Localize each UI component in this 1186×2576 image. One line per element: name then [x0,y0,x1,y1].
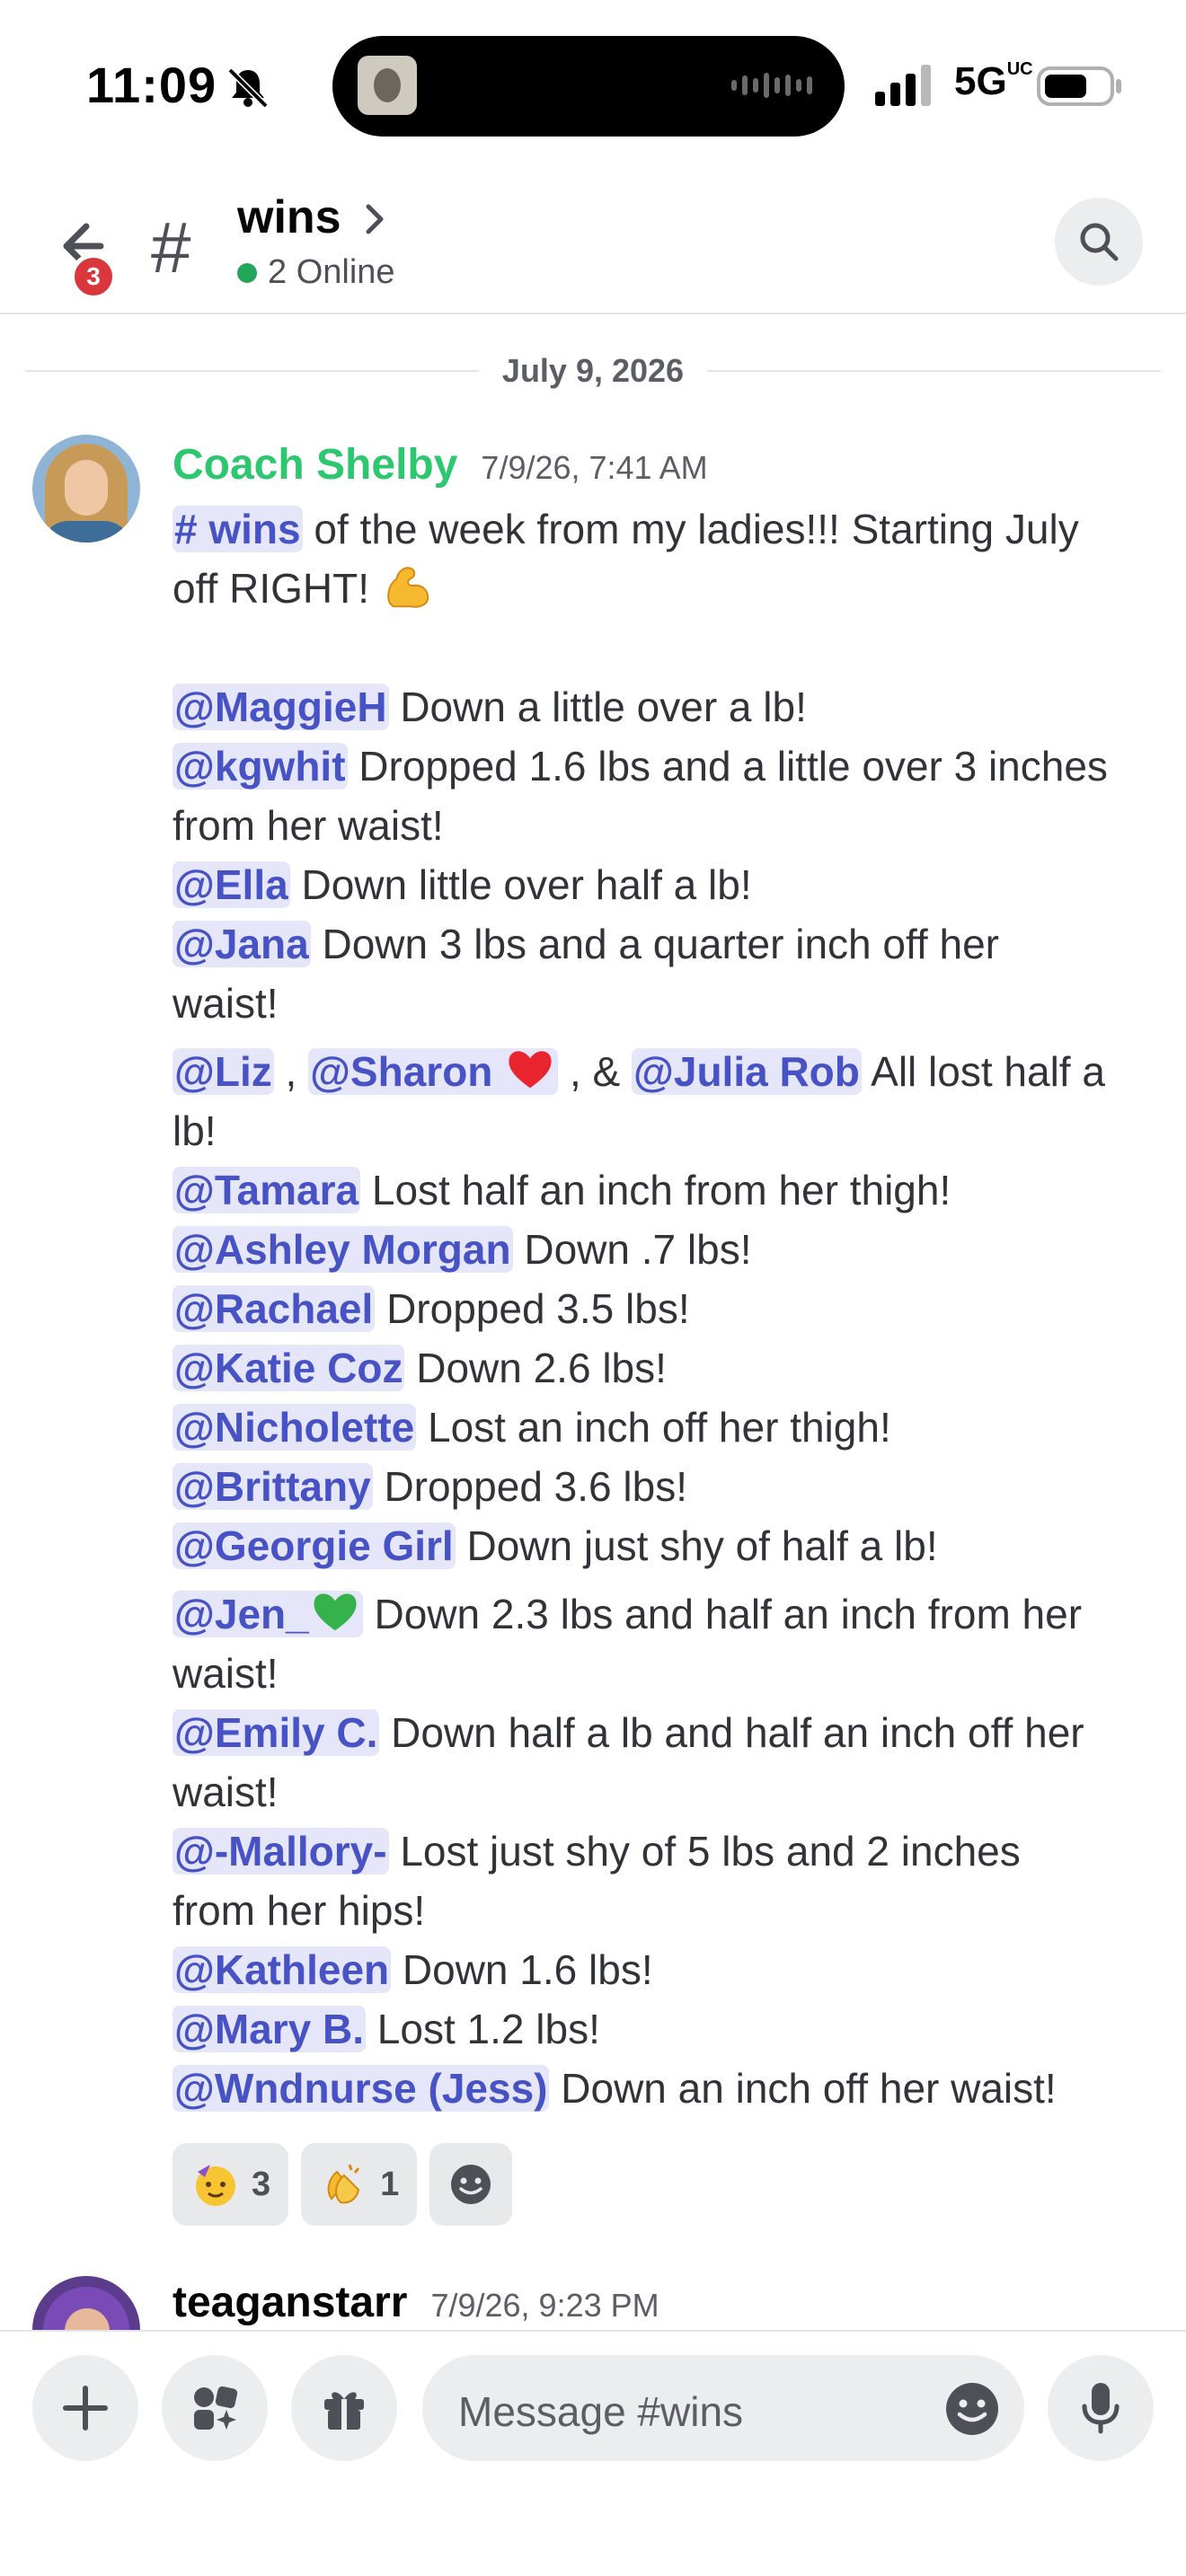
user-mention[interactable]: @Wndnurse (Jess) [173,2065,550,2112]
user-mention[interactable]: @Liz [173,1048,274,1095]
gift-icon [324,2392,364,2430]
red-heart-icon [509,1051,552,1089]
user-mention[interactable]: @Ashley Morgan [173,1226,513,1273]
avatar[interactable] [32,2276,140,2330]
apps-button[interactable] [162,2355,268,2461]
avatar[interactable] [32,435,140,543]
message-header: Coach Shelby 7/9/26, 7:41 AM [173,440,708,490]
channel-hash-icon: # [151,207,191,287]
dynamic-island [332,36,845,137]
flexed-biceps-icon [386,567,429,608]
user-mention[interactable]: @Mary B. [173,2006,367,2052]
user-mention[interactable]: @Jana [173,921,311,967]
message-input[interactable]: Message #wins [422,2355,1024,2461]
reaction-clapping-hands[interactable]: 1 [301,2143,418,2226]
divider-line [25,370,479,372]
status-time: 11:09 [86,57,217,113]
attach-button[interactable] [32,2355,138,2461]
green-heart-icon [314,1593,357,1631]
message-content: # wins of the week from my ladies!!! Sta… [173,506,1108,2112]
reaction-partying-face[interactable]: 3 [173,2143,289,2226]
author-name[interactable]: teaganstarr [173,2278,407,2327]
message-list[interactable]: Coach Shelby 7/9/26, 7:41 AM # wins of t… [0,395,1186,2330]
divider-line [707,370,1161,372]
message-header: teaganstarr 7/9/26, 9:23 PM [173,2278,659,2327]
user-mention[interactable]: @Sharon [308,1048,559,1095]
date-divider: July 9, 2026 [25,348,1161,393]
voice-message-button[interactable] [1048,2355,1154,2461]
apps-icon [194,2386,238,2430]
user-mention[interactable]: @-Mallory- [173,1828,389,1875]
message-composer: Message #wins [0,2330,1186,2576]
bell-muted-icon [227,67,269,109]
add-reaction-icon [451,2165,491,2204]
date-label: July 9, 2026 [501,352,685,389]
microphone-icon [1082,2383,1120,2434]
user-mention[interactable]: @Kathleen [173,1946,392,1993]
user-mention[interactable]: @Emily C. [173,1709,380,1756]
user-mention[interactable]: @Georgie Girl [173,1522,456,1569]
status-bar: 11:09 5GUC [0,0,1186,171]
user-mention[interactable]: @Rachael [173,1285,376,1332]
partying-face-icon [196,2165,235,2206]
message-timestamp: 7/9/26, 7:41 AM [481,449,708,486]
add-reaction-button[interactable] [429,2143,513,2226]
chevron-right-icon[interactable] [359,201,390,237]
audio-wave-icon [731,72,812,99]
reaction-count: 1 [380,2165,400,2203]
search-button[interactable] [1055,198,1143,286]
online-status: 2 Online [237,253,395,292]
plus-icon [63,2386,108,2430]
user-mention[interactable]: @kgwhit [173,743,348,790]
gift-button[interactable] [291,2355,397,2461]
channel-header: 3 # wins 2 Online [0,171,1186,314]
user-mention[interactable]: @Brittany [173,1463,373,1510]
user-mention[interactable]: @Ella [173,861,290,908]
message-input-placeholder: Message #wins [458,2388,744,2435]
clapping-hands-icon [327,2164,360,2204]
user-mention[interactable]: @Nicholette [173,1404,417,1451]
channel-link[interactable]: # wins [173,506,303,552]
message-timestamp: 7/9/26, 9:23 PM [430,2287,659,2324]
network-type: 5GUC [954,59,1033,103]
battery-icon [1037,66,1121,106]
now-playing-thumbnail [358,56,417,115]
unread-badge: 3 [70,253,117,300]
emoji-picker-icon[interactable] [943,2380,1001,2438]
cellular-signal-icon [875,65,931,106]
user-mention[interactable]: @MaggieH [173,684,389,730]
search-icon [1080,223,1119,261]
user-mention[interactable]: @Jen_ [173,1591,363,1637]
reaction-count: 3 [252,2165,271,2203]
user-mention[interactable]: @Julia Rob [632,1048,862,1095]
reaction-bar: 3 1 [173,2143,513,2226]
channel-title[interactable]: wins [237,190,341,244]
online-dot-icon [237,262,257,283]
user-mention[interactable]: @Katie Coz [173,1345,405,1391]
online-count: 2 Online [268,253,395,291]
user-mention[interactable]: @Tamara [173,1167,361,1213]
author-name[interactable]: Coach Shelby [173,440,457,490]
